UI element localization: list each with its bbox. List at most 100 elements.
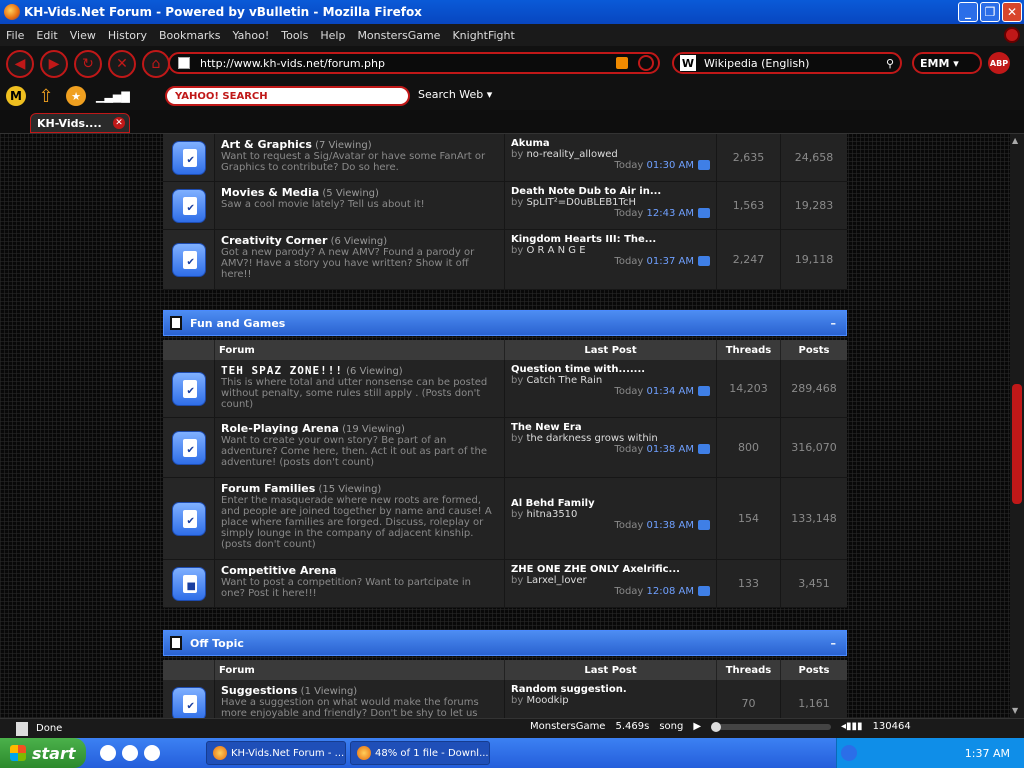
forum-name[interactable]: Suggestions — [221, 684, 297, 697]
last-post-day: Today — [614, 386, 644, 397]
yahoo-toolbar: M ⇧ ★ ▁▃▅▇ YAHOO! SEARCH Search Web ▾ — [0, 82, 1024, 110]
messenger-quicklaunch-icon[interactable] — [144, 745, 160, 761]
menu-tools[interactable]: Tools — [281, 29, 308, 42]
song-label[interactable]: song — [659, 721, 683, 732]
forum-name[interactable]: Role-Playing Arena — [221, 422, 339, 435]
category-title[interactable]: Off Topic — [190, 637, 244, 650]
last-post-title[interactable]: The New Era — [511, 422, 710, 433]
play-icon[interactable]: ▶ — [693, 721, 701, 732]
go-to-post-icon[interactable] — [698, 208, 710, 218]
volume-icon[interactable]: ◂▮▮▮ — [841, 721, 863, 732]
media-progress-slider[interactable] — [711, 721, 832, 732]
menu-bookmarks[interactable]: Bookmarks — [159, 29, 220, 42]
tab-kh-vids[interactable]: KH-Vids.... ✕ — [30, 113, 130, 133]
last-post-user[interactable]: Catch The Rain — [526, 375, 602, 386]
go-to-post-icon[interactable] — [698, 386, 710, 396]
search-icon[interactable]: ⚲ — [886, 57, 894, 70]
emm-button[interactable]: EMM ▾ — [912, 52, 982, 74]
wikipedia-icon[interactable]: W — [680, 55, 696, 71]
stop-button[interactable]: ✕ — [108, 50, 136, 78]
menu-help[interactable]: Help — [320, 29, 345, 42]
last-post-title[interactable]: Random suggestion. — [511, 684, 710, 695]
go-to-post-icon[interactable] — [698, 520, 710, 530]
search-bar[interactable]: W Wikipedia (English) ⚲ — [672, 52, 902, 74]
last-post-user[interactable]: the darkness grows within — [526, 433, 657, 444]
last-post-title[interactable]: Kingdom Hearts III: The... — [511, 234, 710, 245]
rss-icon[interactable] — [616, 57, 628, 69]
last-post-title[interactable]: Al Behd Family — [511, 498, 710, 509]
go-icon[interactable] — [638, 55, 654, 71]
last-post-title[interactable]: ZHE ONE ZHE ONLY Axelrific... — [511, 564, 710, 575]
go-to-post-icon[interactable] — [698, 256, 710, 266]
forum-name[interactable]: TEH SPAZ ZONE!!! — [221, 364, 343, 377]
clock[interactable]: 1:37 AM — [965, 747, 1010, 760]
scroll-up-icon[interactable]: ▲ — [1012, 136, 1022, 146]
by-label: by — [511, 245, 524, 256]
category-title[interactable]: Fun and Games — [190, 317, 285, 330]
menu-knightfight[interactable]: KnightFight — [452, 29, 514, 42]
start-button[interactable]: start — [0, 738, 86, 768]
go-to-post-icon[interactable] — [698, 586, 710, 596]
by-label: by — [511, 197, 524, 208]
menu-file[interactable]: File — [6, 29, 24, 42]
last-post-user[interactable]: hitna3510 — [526, 509, 577, 520]
tab-close-icon[interactable]: ✕ — [113, 117, 125, 129]
forum-name[interactable]: Movies & Media — [221, 186, 319, 199]
category-header-fun-and-games[interactable]: Fun and Games – — [163, 310, 847, 336]
forum-row: ✔ Forum Families (15 Viewing) Enter the … — [163, 478, 847, 560]
menu-edit[interactable]: Edit — [36, 29, 57, 42]
go-to-post-icon[interactable] — [698, 160, 710, 170]
signal-icon[interactable]: ▁▃▅▇ — [96, 90, 130, 103]
last-post-title[interactable]: Akuma — [511, 138, 710, 149]
category-header-off-topic[interactable]: Off Topic – — [163, 630, 847, 656]
last-post-user[interactable]: no-reality_allowed — [526, 149, 617, 160]
last-post-user[interactable]: O R A N G E — [526, 245, 585, 256]
yahoo-search-input[interactable]: YAHOO! SEARCH — [165, 86, 410, 106]
forum-name[interactable]: Forum Families — [221, 482, 315, 495]
menu-monstersgame[interactable]: MonstersGame — [357, 29, 440, 42]
ie-quicklaunch-icon[interactable] — [122, 745, 138, 761]
column-forum: Forum — [215, 660, 505, 680]
post-count: 1,161 — [798, 697, 830, 710]
go-to-post-icon[interactable] — [698, 444, 710, 454]
last-post-title[interactable]: Death Note Dub to Air in... — [511, 186, 710, 197]
minimize-button[interactable]: _ — [958, 2, 978, 22]
forward-button[interactable]: ▶ — [40, 50, 68, 78]
scrollbar-thumb[interactable] — [1012, 384, 1022, 504]
reload-button[interactable]: ↻ — [74, 50, 102, 78]
forum-status-icon: ✔ — [171, 430, 206, 465]
home-button[interactable]: ⌂ — [142, 50, 170, 78]
menu-view[interactable]: View — [70, 29, 96, 42]
forum-name[interactable]: Art & Graphics — [221, 138, 312, 151]
back-button[interactable]: ◀ — [6, 50, 34, 78]
firefox-quicklaunch-icon[interactable] — [100, 745, 116, 761]
forum-name[interactable]: Creativity Corner — [221, 234, 327, 247]
collapse-icon[interactable]: – — [831, 317, 837, 330]
messenger-icon[interactable]: M — [6, 86, 26, 106]
maximize-button[interactable]: ❐ — [980, 2, 1000, 22]
taskbar-downloads-window[interactable]: 48% of 1 file - Downl... — [350, 741, 490, 765]
stop-icon[interactable] — [1004, 27, 1020, 43]
page-scrollbar[interactable]: ▲ ▼ — [1010, 134, 1024, 718]
last-post-user[interactable]: Larxel_lover — [526, 575, 586, 586]
forum-description: Want to post a competition? Want to part… — [221, 577, 471, 599]
close-button[interactable]: ✕ — [1002, 2, 1022, 22]
forum-name[interactable]: Competitive Arena — [221, 564, 337, 577]
search-web-button[interactable]: Search Web ▾ — [418, 88, 492, 101]
last-post-title[interactable]: Question time with....... — [511, 364, 710, 375]
scroll-down-icon[interactable]: ▼ — [1012, 706, 1022, 716]
taskbar-firefox-window[interactable]: KH-Vids.Net Forum - ... — [206, 741, 346, 765]
last-post-user[interactable]: Moodkip — [526, 695, 568, 706]
monstersgame-status[interactable]: MonstersGame — [530, 721, 605, 732]
tray-expand-icon[interactable] — [841, 745, 857, 761]
star-icon[interactable]: ★ — [66, 86, 86, 106]
thread-count: 70 — [717, 680, 781, 718]
forum-viewing: (5 Viewing) — [322, 188, 379, 199]
menu-history[interactable]: History — [108, 29, 147, 42]
up-arrow-icon[interactable]: ⇧ — [36, 86, 56, 107]
url-bar[interactable]: http://www.kh-vids.net/forum.php — [168, 52, 660, 74]
adblock-icon[interactable]: ABP — [988, 52, 1010, 74]
collapse-icon[interactable]: – — [831, 637, 837, 650]
menu-yahoo[interactable]: Yahoo! — [232, 29, 269, 42]
last-post-user[interactable]: SpLIT²=D0uBLEB1TcH — [526, 197, 636, 208]
